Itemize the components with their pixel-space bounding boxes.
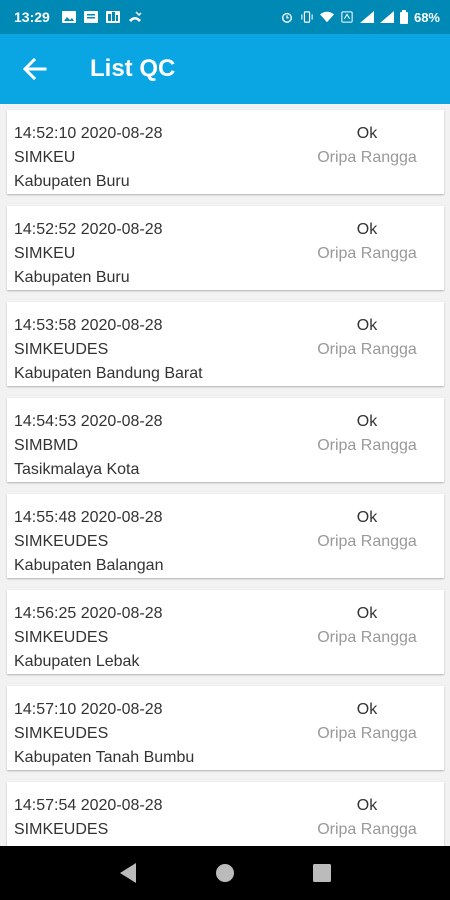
item-app: SIMBMD [14, 437, 78, 454]
triangle-back-icon [120, 863, 137, 883]
item-status: Ok [356, 701, 378, 718]
list-item[interactable]: 14:53:58 2020-08-28 SIMKEUDES Kabupaten … [7, 302, 444, 386]
square-recents-icon [312, 864, 331, 882]
status-time: 13:29 [14, 9, 50, 25]
item-region: Kabupaten Buru [14, 173, 130, 190]
image-icon [61, 11, 76, 23]
item-region: Kabupaten Balangan [14, 557, 164, 574]
list-item[interactable]: 14:55:48 2020-08-28 SIMKEUDES Kabupaten … [7, 494, 444, 578]
arrow-left-icon [23, 58, 47, 80]
item-user: Oripa Rangga [317, 725, 417, 742]
app-notification-icon [105, 11, 120, 23]
item-user: Oripa Rangga [317, 821, 417, 838]
vibrate-icon [301, 11, 313, 23]
item-status: Ok [356, 125, 378, 142]
list-item[interactable]: 14:57:10 2020-08-28 SIMKEUDES Kabupaten … [7, 686, 444, 770]
item-datetime: 14:52:52 2020-08-28 [14, 221, 163, 238]
status-bar: 13:29 68% [0, 0, 450, 34]
list-item[interactable]: 14:54:53 2020-08-28 SIMBMD Tasikmalaya K… [7, 398, 444, 482]
item-status: Ok [356, 413, 378, 430]
item-app: SIMKEU [14, 149, 76, 166]
battery-icon [399, 10, 408, 24]
status-right: 68% [280, 10, 440, 25]
list-item[interactable]: 14:52:10 2020-08-28 SIMKEU Kabupaten Bur… [7, 110, 444, 194]
item-app: SIMKEUDES [14, 341, 109, 358]
item-datetime: 14:53:58 2020-08-28 [14, 317, 163, 334]
item-region: Kabupaten Lebak [14, 653, 140, 670]
signal-icon [359, 11, 374, 23]
item-status: Ok [356, 605, 378, 622]
battery-percent: 68% [413, 9, 440, 25]
item-user: Oripa Rangga [317, 149, 417, 166]
circle-home-icon [215, 864, 234, 882]
item-status: Ok [356, 509, 378, 526]
item-user: Oripa Rangga [317, 437, 417, 454]
item-datetime: 14:56:25 2020-08-28 [14, 605, 163, 622]
status-left: 13:29 [14, 9, 142, 25]
item-app: SIMKEUDES [14, 629, 109, 646]
item-datetime: 14:57:54 2020-08-28 [14, 797, 163, 814]
nav-home-button[interactable] [210, 858, 240, 888]
nav-back-button[interactable] [113, 858, 143, 888]
item-app: SIMKEUDES [14, 725, 109, 742]
navigation-bar [0, 846, 450, 900]
signal-icon-2 [379, 11, 394, 23]
volte-icon [341, 11, 353, 23]
item-user: Oripa Rangga [317, 629, 417, 646]
item-user: Oripa Rangga [317, 245, 417, 262]
wifi-icon [319, 11, 334, 23]
item-datetime: 14:55:48 2020-08-28 [14, 509, 163, 526]
item-app: SIMKEU [14, 245, 76, 262]
item-datetime: 14:57:10 2020-08-28 [14, 701, 163, 718]
item-region: Kabupaten Tanah Bumbu [14, 749, 195, 766]
item-status: Ok [356, 221, 378, 238]
page-title: List QC [90, 55, 176, 82]
item-app: SIMKEUDES [14, 821, 109, 838]
qc-list[interactable]: 14:52:10 2020-08-28 SIMKEU Kabupaten Bur… [0, 104, 450, 846]
item-datetime: 14:52:10 2020-08-28 [14, 125, 163, 142]
item-region: Kabupaten Buru [14, 269, 130, 286]
item-datetime: 14:54:53 2020-08-28 [14, 413, 163, 430]
alarm-icon [281, 12, 292, 23]
list-item[interactable]: 14:57:54 2020-08-28 SIMKEUDES Ok Oripa R… [7, 782, 444, 846]
item-region: Kabupaten Bandung Barat [14, 365, 203, 382]
list-item[interactable]: 14:52:52 2020-08-28 SIMKEU Kabupaten Bur… [7, 206, 444, 290]
item-region: Tasikmalaya Kota [14, 461, 140, 478]
message-icon [83, 11, 98, 23]
back-button[interactable] [0, 34, 70, 104]
item-user: Oripa Rangga [317, 341, 417, 358]
item-user: Oripa Rangga [317, 533, 417, 550]
item-app: SIMKEUDES [14, 533, 109, 550]
item-status: Ok [356, 797, 378, 814]
nav-recents-button[interactable] [307, 858, 337, 888]
list-item[interactable]: 14:56:25 2020-08-28 SIMKEUDES Kabupaten … [7, 590, 444, 674]
item-status: Ok [356, 317, 378, 334]
app-bar: List QC [0, 34, 450, 104]
missed-call-icon [128, 11, 142, 22]
